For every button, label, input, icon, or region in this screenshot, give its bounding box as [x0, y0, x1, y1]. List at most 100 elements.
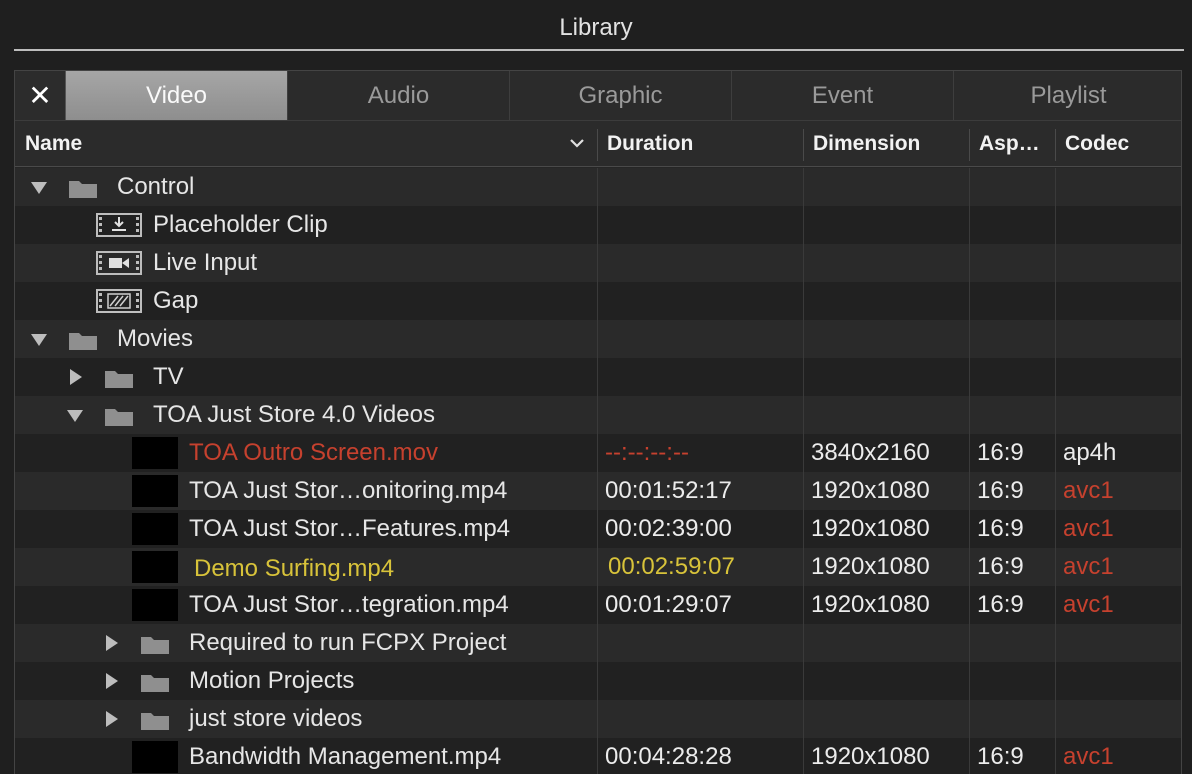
disclosure-collapsed-icon[interactable] [106, 711, 118, 727]
aspect-cell: 16:9 [977, 439, 1024, 466]
column-divider [803, 168, 804, 774]
table-row[interactable]: Bandwidth Management.mp4 00:04:28:28 192… [15, 738, 1181, 774]
folder-icon [69, 181, 97, 198]
table-row[interactable]: TOA Just Stor…Features.mp4 00:02:39:00 1… [15, 510, 1181, 548]
item-name: Bandwidth Management.mp4 [189, 743, 502, 770]
item-name: TOA Just Stor…onitoring.mp4 [189, 477, 508, 504]
tab-playlist[interactable]: Playlist [953, 71, 1181, 120]
duration-cell: 00:01:29:07 [605, 591, 732, 618]
codec-cell: avc1 [1063, 591, 1114, 618]
list-item[interactable]: Control [15, 168, 1181, 206]
item-name: Motion Projects [189, 667, 355, 694]
library-panel: Library ✕ Video Audio Graphic Event Play… [0, 0, 1192, 774]
aspect-cell: 16:9 [977, 553, 1024, 580]
item-name: just store videos [189, 705, 363, 732]
clip-thumbnail [132, 475, 178, 507]
duration-cell: 00:02:39:00 [605, 515, 732, 542]
aspect-cell: 16:9 [977, 591, 1024, 618]
tab-graphic[interactable]: Graphic [509, 71, 731, 120]
item-name: Movies [117, 325, 194, 352]
col-duration-header[interactable]: Duration [597, 121, 803, 167]
list-item[interactable]: Gap [15, 282, 1181, 320]
aspect-cell: 16:9 [977, 477, 1024, 504]
dimension-cell: 1920x1080 [811, 515, 930, 542]
disclosure-collapsed-icon[interactable] [106, 635, 118, 651]
disclosure-expanded-icon[interactable] [31, 182, 47, 194]
col-aspect-header[interactable]: Asp… [969, 121, 1055, 167]
item-name: Control [117, 173, 195, 200]
folder-icon [105, 371, 133, 388]
dimension-cell: 1920x1080 [811, 477, 930, 504]
aspect-cell: 16:9 [977, 515, 1024, 542]
item-name: Required to run FCPX Project [189, 629, 507, 656]
table-row[interactable]: Demo Surfing.mp4 00:02:59:07 1920x1080 1… [15, 548, 1181, 586]
codec-cell: ap4h [1063, 439, 1117, 466]
table-row[interactable]: TOA Just Stor…onitoring.mp4 00:01:52:17 … [15, 472, 1181, 510]
list-item[interactable]: just store videos [15, 700, 1181, 738]
disclosure-collapsed-icon[interactable] [106, 673, 118, 689]
folder-icon [105, 409, 133, 426]
dimension-cell: 1920x1080 [811, 591, 930, 618]
codec-cell: avc1 [1063, 553, 1114, 580]
list-item[interactable]: Placeholder Clip [15, 206, 1181, 244]
tab-audio[interactable]: Audio [287, 71, 509, 120]
table-row[interactable]: TOA Just Stor…tegration.mp4 00:01:29:07 … [15, 586, 1181, 624]
column-header: Name Duration Dimension Asp… Codec [15, 121, 1181, 167]
dimension-cell: 1920x1080 [811, 743, 930, 770]
codec-cell: avc1 [1063, 743, 1114, 770]
list-item[interactable]: Motion Projects [15, 662, 1181, 700]
item-name: TOA Outro Screen.mov [189, 439, 438, 466]
column-divider [597, 168, 598, 774]
item-name: Placeholder Clip [153, 211, 328, 238]
disclosure-expanded-icon[interactable] [31, 334, 47, 346]
codec-cell: avc1 [1063, 477, 1114, 504]
dimension-cell: 3840x2160 [811, 439, 930, 466]
disclosure-expanded-icon[interactable] [67, 410, 83, 422]
list-item[interactable]: Required to run FCPX Project [15, 624, 1181, 662]
live-input-icon [96, 251, 142, 275]
clip-thumbnail [132, 551, 178, 583]
clip-thumbnail [132, 741, 178, 773]
title-divider [14, 49, 1184, 51]
tab-event[interactable]: Event [731, 71, 953, 120]
clip-thumbnail [132, 513, 178, 545]
item-name: TV [153, 363, 184, 390]
col-dimension-header[interactable]: Dimension [803, 121, 969, 167]
item-name: Gap [153, 287, 199, 314]
item-name: TOA Just Stor…tegration.mp4 [189, 591, 509, 618]
clip-thumbnail [132, 589, 178, 621]
library-browser: ✕ Video Audio Graphic Event Playlist Nam… [14, 70, 1182, 774]
folder-icon [141, 675, 169, 692]
aspect-cell: 16:9 [977, 743, 1024, 770]
disclosure-collapsed-icon[interactable] [70, 369, 82, 385]
table-row[interactable]: TOA Outro Screen.mov --:--:--:-- 3840x21… [15, 434, 1181, 472]
library-list: Control Placeholder Clip Live Input Gap … [15, 168, 1181, 774]
close-button[interactable]: ✕ [15, 71, 65, 120]
tab-bar: ✕ Video Audio Graphic Event Playlist [15, 71, 1181, 121]
dimension-cell: 1920x1080 [811, 553, 930, 580]
list-item[interactable]: TOA Just Store 4.0 Videos [15, 396, 1181, 434]
codec-cell: avc1 [1063, 515, 1114, 542]
folder-icon [141, 637, 169, 654]
panel-title: Library [559, 14, 633, 41]
col-name-header[interactable]: Name [15, 121, 597, 167]
chevron-down-icon[interactable] [568, 134, 586, 152]
duration-cell: 00:04:28:28 [605, 743, 732, 770]
placeholder-clip-icon [96, 213, 142, 237]
duration-cell: 00:02:59:07 [608, 553, 735, 580]
list-item[interactable]: TV [15, 358, 1181, 396]
list-item[interactable]: Movies [15, 320, 1181, 358]
item-name: TOA Just Store 4.0 Videos [153, 401, 435, 428]
item-name: TOA Just Stor…Features.mp4 [189, 515, 511, 542]
column-divider [969, 168, 970, 774]
list-item[interactable]: Live Input [15, 244, 1181, 282]
col-codec-header[interactable]: Codec [1055, 121, 1181, 167]
item-name: Demo Surfing.mp4 [194, 555, 395, 582]
tab-video[interactable]: Video [65, 71, 287, 120]
gap-icon [96, 289, 142, 313]
close-icon: ✕ [28, 80, 52, 111]
column-divider [1055, 168, 1056, 774]
clip-thumbnail [132, 437, 178, 469]
item-name: Live Input [153, 249, 258, 276]
duration-cell: --:--:--:-- [605, 439, 689, 466]
